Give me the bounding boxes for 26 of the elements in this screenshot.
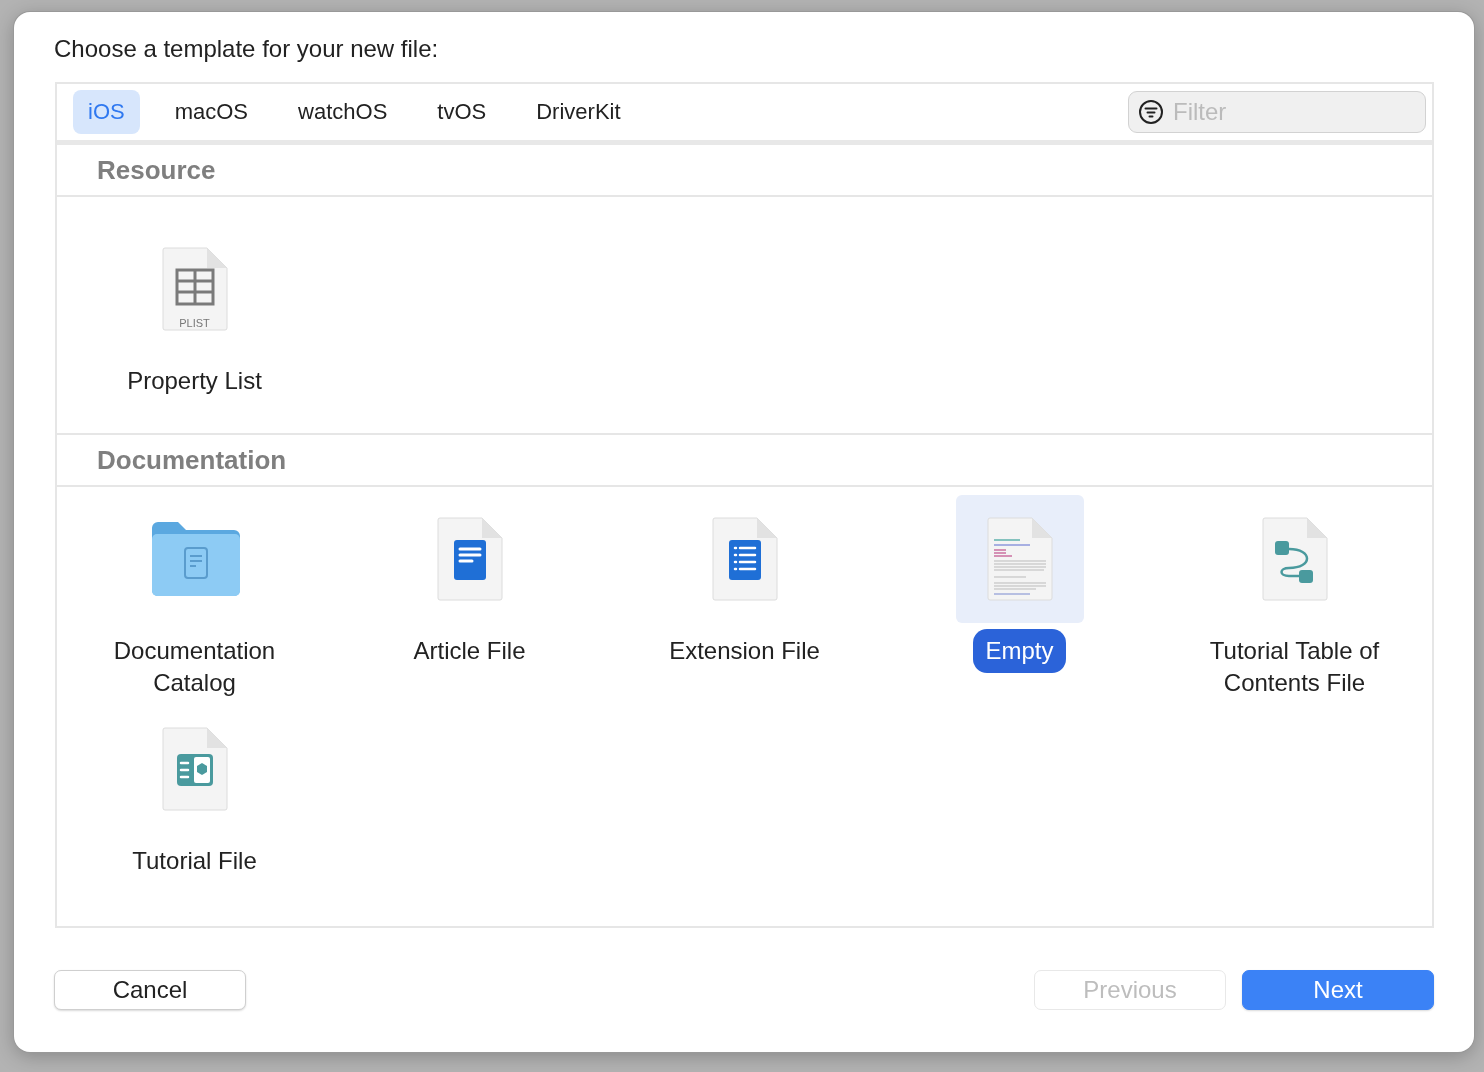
template-label: Empty <box>973 629 1066 673</box>
folder-icon <box>149 520 240 598</box>
section-header: Resource <box>57 145 1432 197</box>
template-label: Documentation Catalog <box>112 636 277 698</box>
template-label: Extension File <box>668 636 821 666</box>
tutorial-document-icon <box>160 726 229 812</box>
template-label: Tutorial File <box>131 846 258 876</box>
platform-tab[interactable]: watchOS <box>283 90 403 134</box>
section-header: Documentation <box>57 435 1432 487</box>
template-label: Tutorial Table of Contents File <box>1208 636 1381 698</box>
template-tile[interactable]: PLIST <box>130 225 259 353</box>
icon-label: PLIST <box>178 317 211 329</box>
list-document-icon <box>710 516 779 602</box>
template-tile[interactable] <box>955 495 1084 623</box>
platform-tab[interactable]: tvOS <box>422 90 502 134</box>
next-button[interactable]: Next <box>1242 970 1434 1010</box>
path-document-icon <box>1260 516 1329 602</box>
dialog-title: Choose a template for your new file: <box>54 34 440 64</box>
document-icon <box>435 516 504 602</box>
platform-tab[interactable]: DriverKit <box>521 90 636 134</box>
text-document-icon <box>985 516 1054 602</box>
template-label: Article File <box>412 636 527 666</box>
table-document-icon <box>160 246 229 332</box>
template-label: Property List <box>126 366 263 396</box>
platform-tab[interactable]: macOS <box>159 90 264 134</box>
dialog-button[interactable]: Cancel <box>54 970 246 1010</box>
